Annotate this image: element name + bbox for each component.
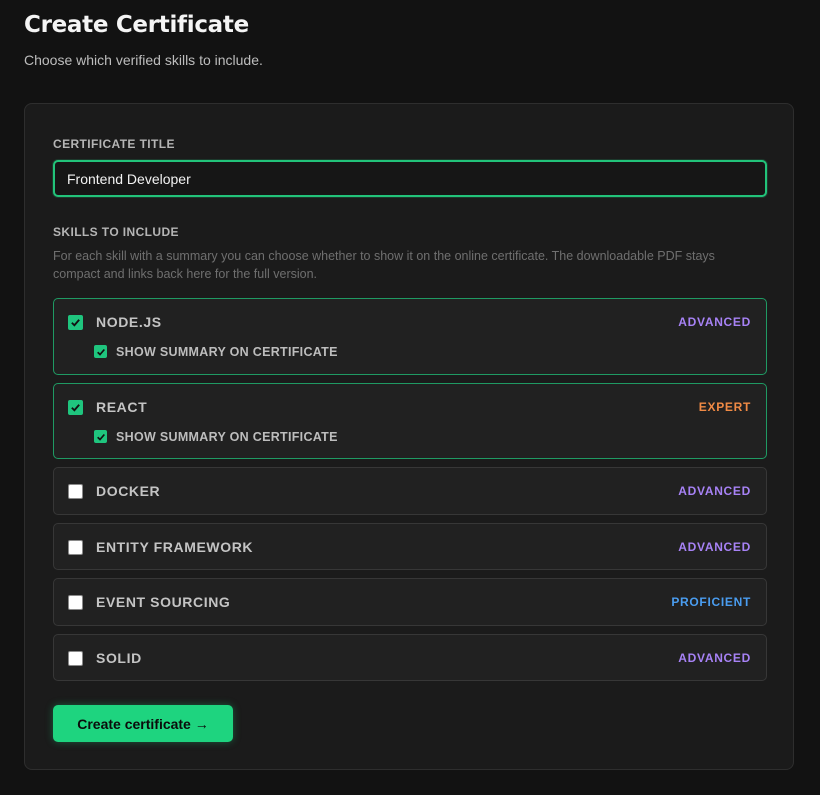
skill-level-badge: EXPERT xyxy=(698,400,751,414)
skill-item-entity-framework[interactable]: ENTITY FRAMEWORK ADVANCED xyxy=(53,523,767,570)
skill-checkbox-event-sourcing[interactable] xyxy=(68,595,83,610)
certificate-title-input[interactable] xyxy=(53,160,767,197)
skills-section-label: SKILLS TO INCLUDE xyxy=(53,225,179,239)
certificate-form-card: CERTIFICATE TITLE SKILLS TO INCLUDE For … xyxy=(24,103,794,770)
checkmark-icon xyxy=(96,348,105,356)
checkmark-icon xyxy=(71,319,80,327)
summary-checkbox-react[interactable] xyxy=(94,430,107,443)
skill-item-nodejs[interactable]: NODE.JS ADVANCED SHOW SUMMARY ON CERTIFI… xyxy=(53,298,767,375)
summary-toggle-label: SHOW SUMMARY ON CERTIFICATE xyxy=(116,345,338,359)
summary-checkbox-nodejs[interactable] xyxy=(94,345,107,358)
skill-name: REACT xyxy=(96,399,148,415)
create-certificate-button[interactable]: Create certificate → xyxy=(53,705,233,742)
summary-toggle-label: SHOW SUMMARY ON CERTIFICATE xyxy=(116,430,338,444)
page-title: Create Certificate xyxy=(24,12,249,38)
skill-item-docker[interactable]: DOCKER ADVANCED xyxy=(53,467,767,515)
skill-name: SOLID xyxy=(96,650,142,666)
certificate-title-label: CERTIFICATE TITLE xyxy=(53,137,175,151)
skill-level-badge: ADVANCED xyxy=(678,651,751,665)
skill-name: NODE.JS xyxy=(96,314,162,330)
skill-item-solid[interactable]: SOLID ADVANCED xyxy=(53,634,767,681)
skill-level-badge: ADVANCED xyxy=(678,484,751,498)
skill-level-badge: PROFICIENT xyxy=(671,595,751,609)
skill-level-badge: ADVANCED xyxy=(678,315,751,329)
skill-name: EVENT SOURCING xyxy=(96,594,231,610)
skill-level-badge: ADVANCED xyxy=(678,540,751,554)
skills-help-text: For each skill with a summary you can ch… xyxy=(53,249,715,281)
skill-name: ENTITY FRAMEWORK xyxy=(96,539,254,555)
skill-checkbox-react[interactable] xyxy=(68,400,83,415)
page-subtitle: Choose which verified skills to include. xyxy=(24,52,263,68)
checkmark-icon xyxy=(71,404,80,412)
skill-name: DOCKER xyxy=(96,483,161,499)
skill-checkbox-solid[interactable] xyxy=(68,651,83,666)
skill-checkbox-docker[interactable] xyxy=(68,484,83,499)
skill-checkbox-nodejs[interactable] xyxy=(68,315,83,330)
checkmark-icon xyxy=(96,433,105,441)
skill-item-react[interactable]: REACT EXPERT SHOW SUMMARY ON CERTIFICATE xyxy=(53,383,767,459)
skill-checkbox-entity-framework[interactable] xyxy=(68,540,83,555)
skill-item-event-sourcing[interactable]: EVENT SOURCING PROFICIENT xyxy=(53,578,767,626)
